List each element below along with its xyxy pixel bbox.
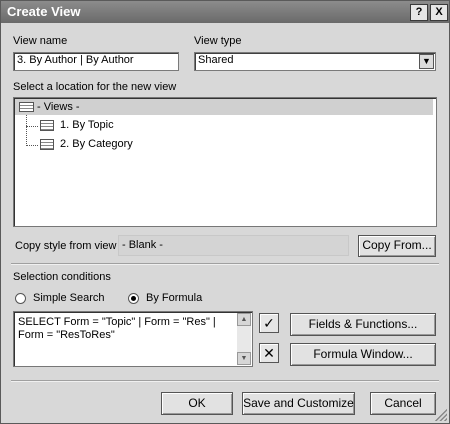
view-icon [40, 139, 54, 150]
tree-connector [26, 126, 38, 127]
formula-text: SELECT Form = "Topic" | Form = "Res" | F… [18, 316, 216, 341]
view-icon [40, 120, 54, 131]
accept-formula-button[interactable]: ✓ [259, 313, 279, 333]
view-name-value: 3. By Author | By Author [17, 54, 134, 66]
copy-from-button[interactable]: Copy From... [358, 235, 436, 257]
formula-textarea[interactable]: SELECT Form = "Topic" | Form = "Res" | F… [13, 311, 253, 367]
ok-button[interactable]: OK [161, 392, 233, 415]
help-button[interactable]: ? [410, 4, 428, 21]
tree-root-label: - Views - [37, 101, 80, 113]
window-title: Create View [7, 4, 81, 19]
location-label: Select a location for the new view [13, 81, 177, 93]
tree-connector [26, 115, 27, 146]
by-formula-label[interactable]: By Formula [146, 292, 202, 304]
cancel-formula-button[interactable]: ✕ [259, 343, 279, 363]
create-view-dialog: Create View ? X View name 3. By Author |… [0, 0, 450, 424]
fields-functions-button[interactable]: Fields & Functions... [290, 313, 436, 336]
views-folder-icon [19, 102, 34, 112]
tree-connector [26, 145, 38, 146]
view-type-value: Shared [198, 54, 234, 66]
by-formula-radio[interactable] [128, 293, 139, 304]
chevron-down-icon[interactable]: ▼ [419, 54, 434, 69]
scroll-up-icon[interactable]: ▲ [237, 313, 251, 326]
save-customize-button[interactable]: Save and Customize [242, 392, 355, 415]
copy-style-value-field: - Blank - [118, 235, 349, 256]
divider [11, 380, 439, 382]
simple-search-radio[interactable] [15, 293, 26, 304]
divider [11, 263, 439, 265]
view-type-select[interactable]: Shared ▼ [194, 52, 436, 71]
formula-scrollbar[interactable]: ▲ ▼ [237, 313, 251, 365]
view-type-label: View type [194, 35, 242, 47]
cancel-button[interactable]: Cancel [370, 392, 436, 415]
view-name-label: View name [13, 35, 68, 47]
tree-item-label: 1. By Topic [60, 119, 114, 131]
close-window-button[interactable]: X [430, 4, 448, 21]
title-bar: Create View ? X [1, 1, 449, 23]
formula-window-button[interactable]: Formula Window... [290, 343, 436, 366]
copy-style-value: - Blank - [122, 239, 163, 251]
selection-conditions-label: Selection conditions [13, 271, 111, 283]
close-icon: ✕ [263, 345, 275, 361]
view-name-input[interactable]: 3. By Author | By Author [13, 52, 179, 71]
checkmark-icon: ✓ [263, 315, 275, 331]
resize-grip-icon[interactable] [435, 409, 447, 421]
copy-style-label: Copy style from view [15, 240, 117, 252]
tree-root-views[interactable]: - Views - [15, 99, 433, 115]
tree-item-label: 2. By Category [60, 138, 133, 150]
scroll-down-icon[interactable]: ▼ [237, 352, 251, 365]
simple-search-label[interactable]: Simple Search [33, 292, 105, 304]
location-tree[interactable]: - Views - 1. By Topic 2. By Category [13, 97, 437, 227]
